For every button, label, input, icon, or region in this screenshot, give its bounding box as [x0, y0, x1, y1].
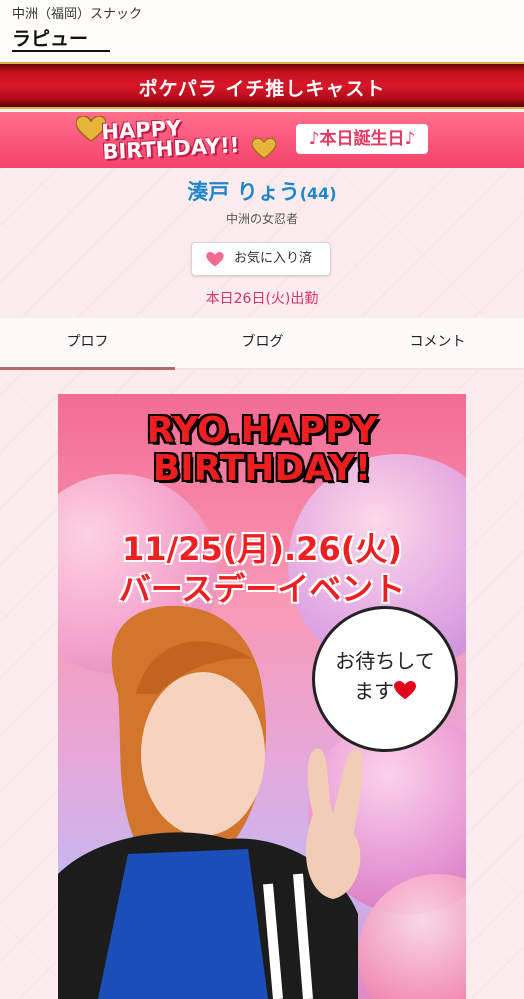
tab-blog[interactable]: ブログ	[175, 318, 350, 368]
cast-name: 湊戸 りょう(44)	[0, 176, 524, 206]
favorite-button[interactable]: お気に入り済	[191, 242, 331, 276]
favorite-label: お気に入り済	[234, 251, 313, 266]
bubble-text-line2-label: ます	[354, 679, 394, 703]
recommend-banner: ポケパラ イチ推しキャスト	[0, 62, 524, 109]
birthday-logo-line2: BIRTHDAY!!	[101, 133, 240, 165]
happy-birthday-logo: HAPPY BIRTHDAY!!	[101, 114, 263, 168]
heart-icon	[206, 252, 224, 267]
birthday-today-badge: ♪本日誕生日♪	[296, 124, 428, 154]
banner-title: ポケパラ イチ推しキャスト	[138, 78, 386, 100]
bubble-text-line2: ます	[315, 677, 455, 705]
event-name: バースデーイベント	[118, 570, 406, 608]
shop-name-link[interactable]: ラピュー	[12, 28, 111, 52]
top-header: 中洲（福岡）スナック ラピュー	[0, 0, 524, 62]
photo-title-line1: RYO.HAPPY	[146, 410, 378, 451]
photo-title-line2: BIRTHDAY!	[152, 448, 372, 489]
cast-catchphrase: 中洲の女忍者	[225, 212, 298, 226]
profile-tabs: プロフ ブログ コメント	[0, 318, 524, 370]
birthday-strip: HAPPY BIRTHDAY!!	[0, 112, 524, 168]
event-photo: RYO.HAPPY BIRTHDAY! 11/25(月).26(火) バースデー…	[58, 394, 466, 999]
tab-comment[interactable]: コメント	[350, 318, 524, 368]
cast-age: (44)	[299, 184, 337, 203]
shift-info: 本日26日(火)出勤	[205, 291, 319, 307]
red-heart-icon	[394, 681, 416, 700]
photo-title: RYO.HAPPY BIRTHDAY!	[58, 412, 466, 488]
bubble-text-line1: お待ちして	[335, 649, 435, 673]
tab-profile[interactable]: プロフ	[0, 318, 175, 370]
shop-area: 中洲（福岡）スナック	[12, 7, 143, 22]
gold-heart-icon	[252, 138, 276, 159]
cast-name-text: 湊戸 りょう	[187, 180, 300, 204]
speech-bubble: お待ちして ます	[312, 606, 458, 752]
